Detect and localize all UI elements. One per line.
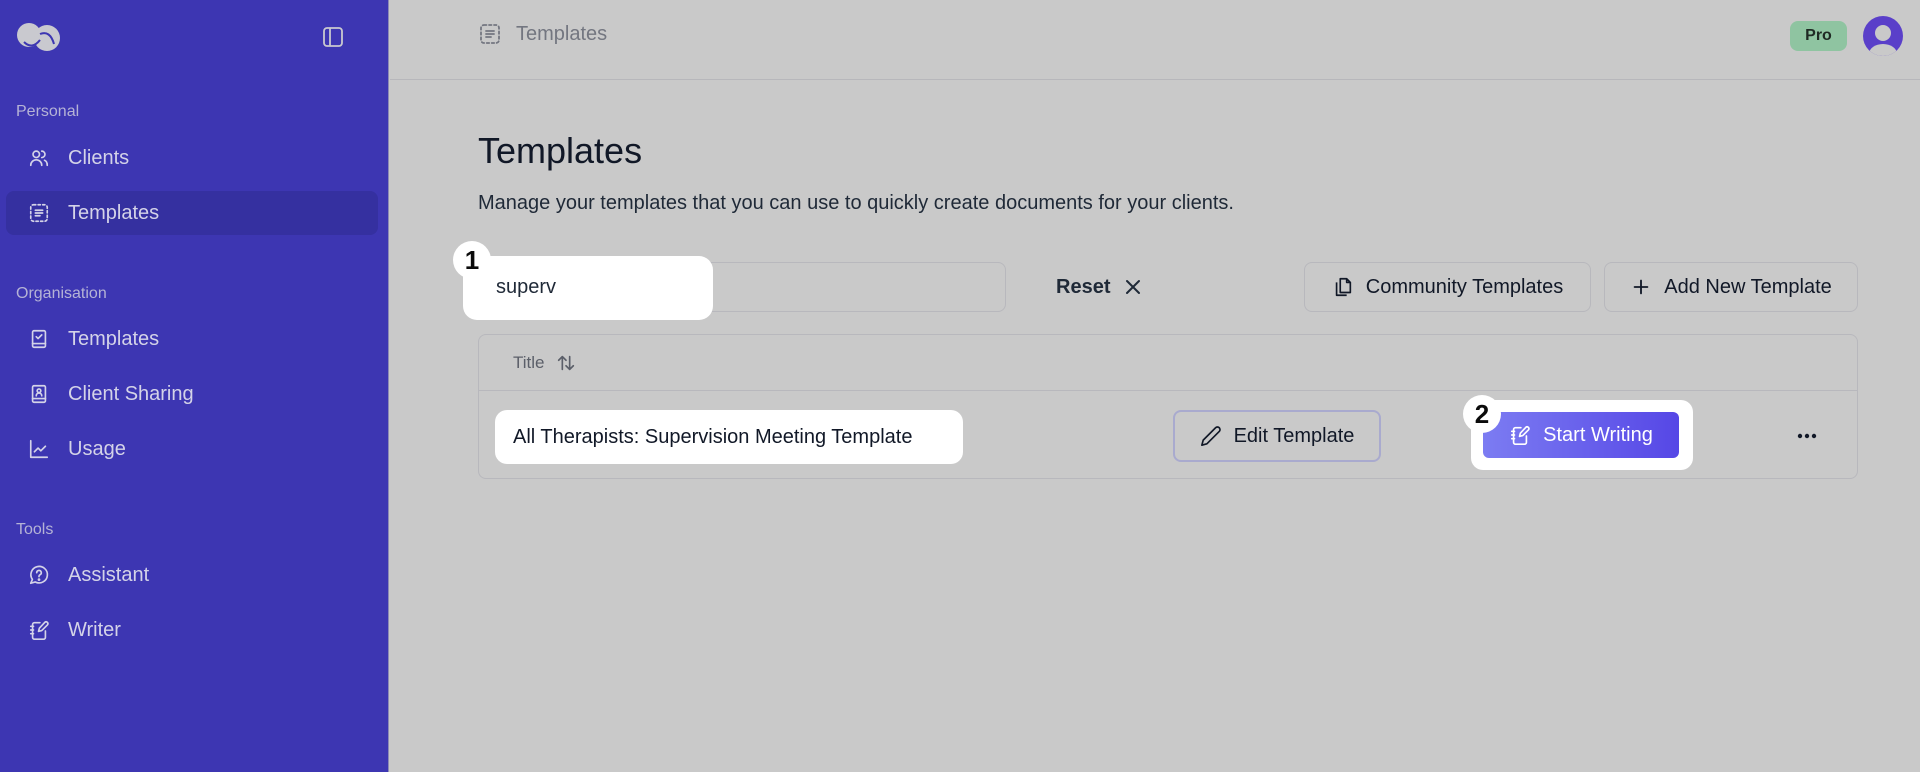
sort-arrows-icon <box>557 355 574 371</box>
sidebar-item-client-sharing[interactable]: Client Sharing <box>6 372 378 416</box>
sidebar-item-templates-organisation[interactable]: Templates <box>6 317 378 361</box>
reset-label: Reset <box>1056 275 1111 298</box>
sidebar-item-label: Usage <box>68 437 126 460</box>
close-icon <box>1126 280 1141 294</box>
edit-template-button[interactable]: Edit Template <box>1173 410 1381 462</box>
plan-badge: Pro <box>1790 21 1847 51</box>
page-description: Manage your templates that you can use t… <box>478 192 1234 214</box>
sidebar-item-templates-personal[interactable]: Templates <box>6 191 378 235</box>
line-chart-icon <box>29 439 49 459</box>
section-label-tools: Tools <box>16 521 54 538</box>
list-dashed-icon <box>29 203 49 223</box>
annotation-badge-1: 1 <box>453 241 491 279</box>
add-new-template-label: Add New Template <box>1664 275 1832 298</box>
row-more-button[interactable] <box>1787 423 1827 449</box>
notebook-pen-icon <box>1511 426 1530 445</box>
templates-table: Title All Therapists: Supervision Meetin… <box>478 334 1858 479</box>
breadcrumb: Templates <box>478 22 607 46</box>
topbar: Templates Pro <box>390 0 1920 80</box>
sidebar-toggle-icon[interactable] <box>322 26 344 48</box>
sidebar-item-label: Templates <box>68 201 160 224</box>
start-writing-label: Start Writing <box>1543 423 1653 446</box>
sidebar-item-assistant[interactable]: Assistant <box>6 553 378 597</box>
column-header-title[interactable]: Title <box>513 352 577 374</box>
sidebar-item-label: Assistant <box>68 563 150 586</box>
sidebar-item-label: Templates <box>68 327 160 350</box>
more-horizontal-icon <box>1797 433 1817 439</box>
template-title: All Therapists: Supervision Meeting Temp… <box>513 425 913 448</box>
list-dashed-icon <box>480 24 500 44</box>
book-user-icon <box>31 384 47 404</box>
column-header-label: Title <box>513 353 545 372</box>
community-templates-button[interactable]: Community Templates <box>1304 262 1591 312</box>
section-label-organisation: Organisation <box>16 285 107 302</box>
message-question-icon <box>29 565 49 585</box>
annotation-badge-2: 2 <box>1463 395 1501 433</box>
avatar-body-shape <box>1869 44 1897 56</box>
section-label-personal: Personal <box>16 103 80 120</box>
sidebar: Personal Clients Templates Organisation … <box>0 0 389 772</box>
breadcrumb-current: Templates <box>516 22 608 45</box>
start-writing-button[interactable]: Start Writing <box>1483 412 1679 458</box>
avatar-head-shape <box>1875 25 1891 41</box>
community-templates-label: Community Templates <box>1365 275 1564 298</box>
sidebar-item-label: Client Sharing <box>68 382 194 405</box>
copy-files-icon <box>1335 277 1351 297</box>
sidebar-item-label: Writer <box>68 618 121 641</box>
plus-icon <box>1633 279 1649 295</box>
table-header: Title <box>479 335 1857 391</box>
sidebar-item-writer[interactable]: Writer <box>6 608 378 652</box>
avatar[interactable] <box>1863 16 1903 56</box>
book-check-icon <box>31 329 47 349</box>
template-title-cell[interactable]: All Therapists: Supervision Meeting Temp… <box>495 410 963 464</box>
pencil-icon <box>1200 426 1221 446</box>
brand-logo-icon[interactable] <box>16 22 62 52</box>
notebook-pen-icon <box>29 621 49 640</box>
add-new-template-button[interactable]: Add New Template <box>1604 262 1858 312</box>
page-title: Templates <box>478 130 643 171</box>
sidebar-item-label: Clients <box>68 146 130 169</box>
sidebar-item-clients[interactable]: Clients <box>6 136 378 180</box>
edit-template-label: Edit Template <box>1233 424 1355 447</box>
sidebar-item-usage[interactable]: Usage <box>6 427 378 471</box>
search-input[interactable] <box>478 262 706 312</box>
users-icon <box>29 150 49 167</box>
reset-button[interactable]: Reset <box>1040 266 1158 308</box>
